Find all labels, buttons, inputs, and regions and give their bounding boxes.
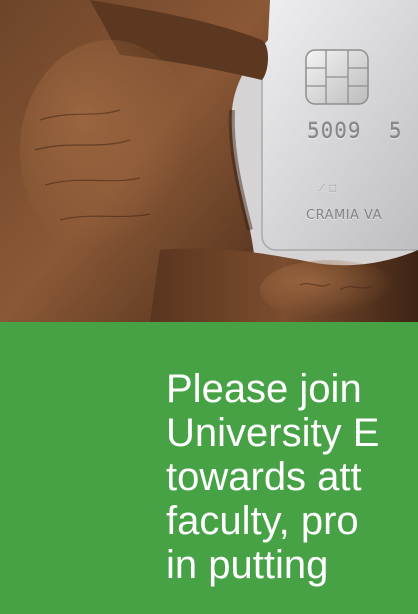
card-chip-icon — [305, 49, 369, 105]
banner-line-4: faculty, pro — [166, 499, 359, 543]
banner-line-1: Please join — [166, 367, 362, 411]
card-number-text: 5009 5 — [307, 119, 403, 143]
banner-message: Please join University E towards att fac… — [166, 367, 418, 587]
banner-line-5: in putting — [166, 543, 329, 587]
card-holder-name: CRAMIA VA — [306, 208, 383, 223]
message-banner: Please join University E towards att fac… — [0, 322, 418, 614]
card-small-text: ⁄ ⬚ — [321, 181, 337, 194]
banner-line-3: towards att — [166, 455, 362, 499]
banner-line-2: University E — [166, 411, 380, 455]
hero-image: 5009 5 ⁄ ⬚ CRAMIA VA — [0, 0, 418, 322]
hand-holding-card-illustration — [0, 0, 418, 322]
